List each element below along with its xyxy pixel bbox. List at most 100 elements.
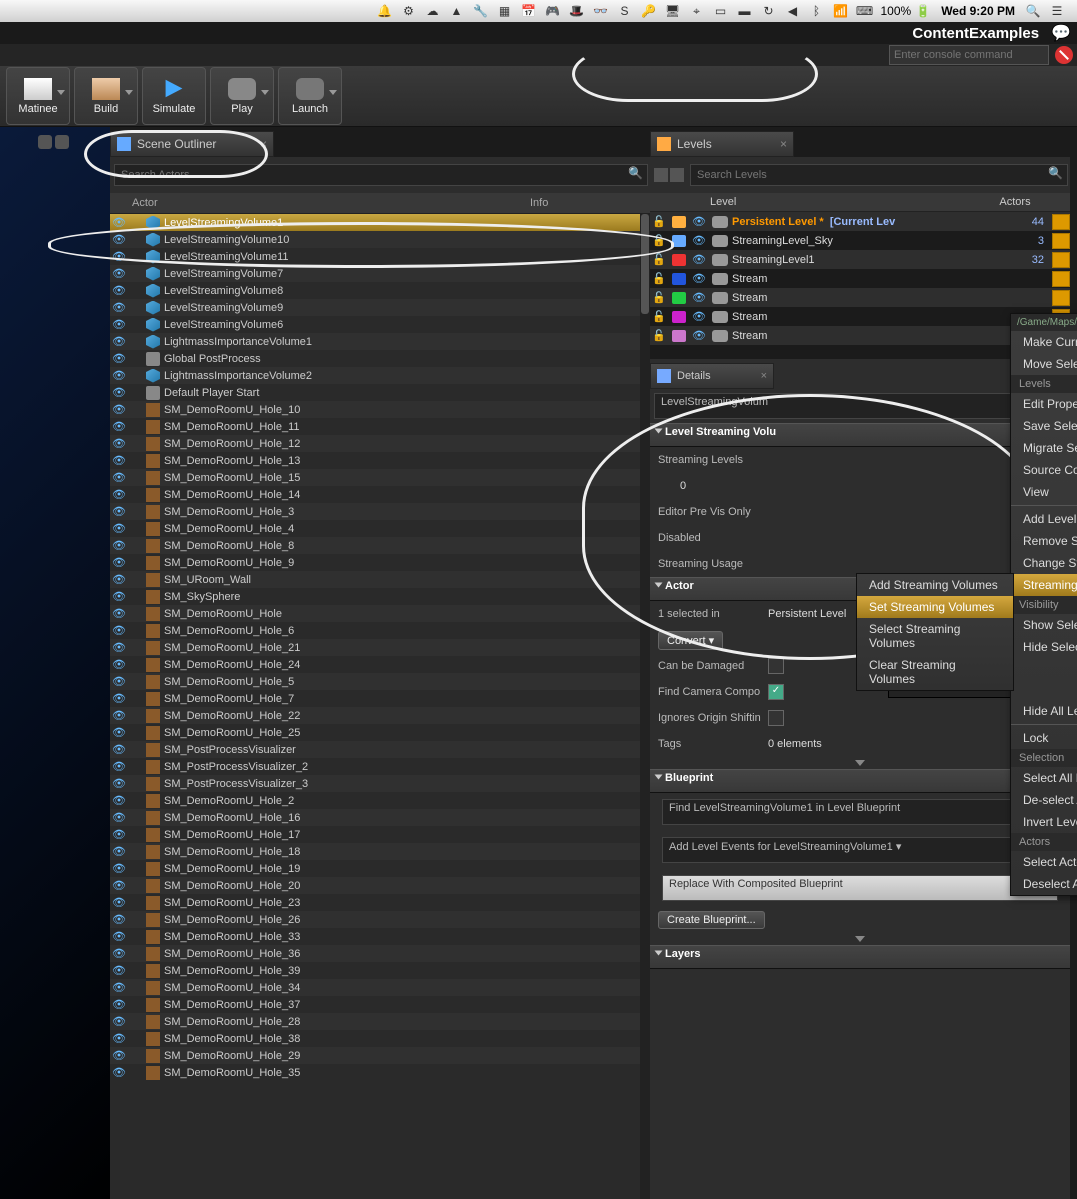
actor-row[interactable]: 👁SM_DemoRoomU_Hole_18 [110, 843, 650, 860]
visibility-icon[interactable]: 👁 [110, 437, 128, 450]
ctx-set-streaming-vols[interactable]: Set Streaming Volumes [857, 596, 1013, 618]
levels-btn1[interactable] [654, 168, 668, 182]
chat-icon[interactable]: 💬 [1051, 23, 1071, 43]
visibility-icon[interactable]: 👁 [110, 301, 128, 314]
save-icon[interactable] [1052, 252, 1070, 268]
ctx-source-control[interactable]: Source Control [1011, 459, 1077, 481]
visibility-icon[interactable]: 👁 [690, 253, 708, 266]
visibility-icon[interactable]: 👁 [110, 743, 128, 756]
visibility-icon[interactable]: 👁 [110, 1066, 128, 1079]
visibility-icon[interactable]: 👁 [110, 760, 128, 773]
actor-row[interactable]: 👁SM_DemoRoomU_Hole_36 [110, 945, 650, 962]
actor-row[interactable]: 👁LevelStreamingVolume11 [110, 248, 650, 265]
visibility-icon[interactable]: 👁 [110, 794, 128, 807]
hat-icon[interactable]: 🎩 [567, 2, 585, 20]
console-input[interactable] [889, 45, 1049, 65]
actor-row[interactable]: 👁SM_PostProcessVisualizer [110, 741, 650, 758]
scrollbar[interactable] [640, 214, 650, 1199]
vp-control-1[interactable] [38, 135, 52, 149]
lock-icon[interactable]: 🔓 [650, 272, 668, 285]
wrench-icon[interactable]: 🔧 [471, 2, 489, 20]
ctx-add-level[interactable]: Add Level [1011, 508, 1077, 530]
actor-row[interactable]: 👁SM_DemoRoomU_Hole_26 [110, 911, 650, 928]
gear-icon[interactable]: ⚙ [399, 2, 417, 20]
visibility-icon[interactable]: 👁 [690, 329, 708, 342]
visibility-icon[interactable]: 👁 [110, 454, 128, 467]
actor-row[interactable]: 👁SM_DemoRoomU_Hole_35 [110, 1064, 650, 1081]
viewport[interactable]: ing (Persistent) [0, 127, 110, 1199]
collapse-bp-icon[interactable] [855, 936, 865, 942]
matinee-button[interactable]: Matinee [6, 67, 70, 125]
ctx-save-selected[interactable]: Save Selected Levels [1011, 415, 1077, 437]
level-color[interactable] [672, 330, 686, 342]
level-row[interactable]: 🔓👁Persistent Level * [Current Lev44 [650, 212, 1070, 231]
section-lsv[interactable]: Level Streaming Volu [650, 423, 1070, 447]
search-actors-input[interactable] [114, 164, 648, 186]
visibility-icon[interactable]: 👁 [110, 284, 128, 297]
visibility-icon[interactable]: 👁 [690, 234, 708, 247]
actor-row[interactable]: 👁LevelStreamingVolume6 [110, 316, 650, 333]
visibility-icon[interactable]: 👁 [110, 335, 128, 348]
visibility-icon[interactable]: 👁 [110, 420, 128, 433]
actor-row[interactable]: 👁SM_DemoRoomU_Hole_24 [110, 656, 650, 673]
col-actor[interactable]: Actor [110, 197, 530, 209]
visibility-icon[interactable]: 👁 [110, 998, 128, 1011]
build-button[interactable]: Build [74, 67, 138, 125]
visibility-icon[interactable]: 👁 [110, 318, 128, 331]
level-color[interactable] [672, 292, 686, 304]
visibility-icon[interactable]: 👁 [110, 250, 128, 263]
can-be-damaged-checkbox[interactable] [768, 658, 784, 674]
play-button[interactable]: Play [210, 67, 274, 125]
visibility-icon[interactable]: 👁 [110, 233, 128, 246]
vol-icon[interactable]: ◀ [783, 2, 801, 20]
notif-icon[interactable]: 🔔 [375, 2, 393, 20]
visibility-icon[interactable]: 👁 [110, 896, 128, 909]
ctx-migrate[interactable]: Migrate Selected Levels... [1011, 437, 1077, 459]
search-levels-input[interactable] [690, 164, 1068, 186]
actor-row[interactable]: 👁SM_DemoRoomU_Hole_39 [110, 962, 650, 979]
actor-row[interactable]: 👁LevelStreamingVolume10 [110, 231, 650, 248]
actor-row[interactable]: 👁SM_DemoRoomU_Hole_23 [110, 894, 650, 911]
actor-row[interactable]: 👁SM_DemoRoomU_Hole_7 [110, 690, 650, 707]
col-actors[interactable]: Actors [980, 196, 1050, 208]
section-layers[interactable]: Layers [650, 945, 1070, 969]
col-level[interactable]: Level [650, 196, 980, 208]
visibility-icon[interactable]: 👁 [110, 641, 128, 654]
ignores-origin-checkbox[interactable] [768, 710, 784, 726]
battery-icon[interactable]: 🔋 [914, 2, 932, 20]
ctx-view[interactable]: View [1011, 481, 1077, 503]
actor-row[interactable]: 👁LevelStreamingVolume8 [110, 282, 650, 299]
lock-icon[interactable]: 🔓 [650, 310, 668, 323]
visibility-icon[interactable]: 👁 [110, 369, 128, 382]
actor-row[interactable]: 👁LightmassImportanceVolume1 [110, 333, 650, 350]
keyboard-icon[interactable]: ⌨ [855, 2, 873, 20]
ctx-change-method[interactable]: Change Streaming Method [1011, 552, 1077, 574]
level-color[interactable] [672, 254, 686, 266]
ctx-edit-properties[interactable]: Edit Properties [1011, 393, 1077, 415]
actor-row[interactable]: 👁SM_DemoRoomU_Hole_3 [110, 503, 650, 520]
visibility-icon[interactable]: 👁 [110, 947, 128, 960]
level-row[interactable]: 🔓👁StreamingLevel_Sky3 [650, 231, 1070, 250]
visibility-icon[interactable]: 👁 [110, 403, 128, 416]
visibility-icon[interactable]: 👁 [110, 879, 128, 892]
actor-row[interactable]: 👁SM_DemoRoomU_Hole_14 [110, 486, 650, 503]
details-object-name[interactable]: LevelStreamingVolum [654, 393, 1066, 419]
ctx-select-actors[interactable]: Select Actors in Levels [1011, 851, 1077, 873]
visibility-icon[interactable]: 👁 [110, 1049, 128, 1062]
ctx-add-streaming-vols[interactable]: Add Streaming Volumes [857, 574, 1013, 596]
visibility-icon[interactable]: 👁 [110, 692, 128, 705]
level-row[interactable]: 🔓👁Stream [650, 269, 1070, 288]
actor-row[interactable]: 👁SM_DemoRoomU_Hole_37 [110, 996, 650, 1013]
save-icon[interactable] [1052, 233, 1070, 249]
save-icon[interactable] [1052, 271, 1070, 287]
visibility-icon[interactable]: 👁 [110, 1032, 128, 1045]
batt-icon[interactable]: ▬ [735, 2, 753, 20]
visibility-icon[interactable]: 👁 [110, 505, 128, 518]
key-icon[interactable]: 🔑 [639, 2, 657, 20]
visibility-icon[interactable]: 👁 [110, 216, 128, 229]
search-icon[interactable]: 🔍 [628, 166, 646, 184]
visibility-icon[interactable]: 👁 [690, 291, 708, 304]
section-blueprint[interactable]: Blueprint [650, 769, 1070, 793]
actor-row[interactable]: 👁SM_SkySphere [110, 588, 650, 605]
visibility-icon[interactable]: 👁 [110, 828, 128, 841]
